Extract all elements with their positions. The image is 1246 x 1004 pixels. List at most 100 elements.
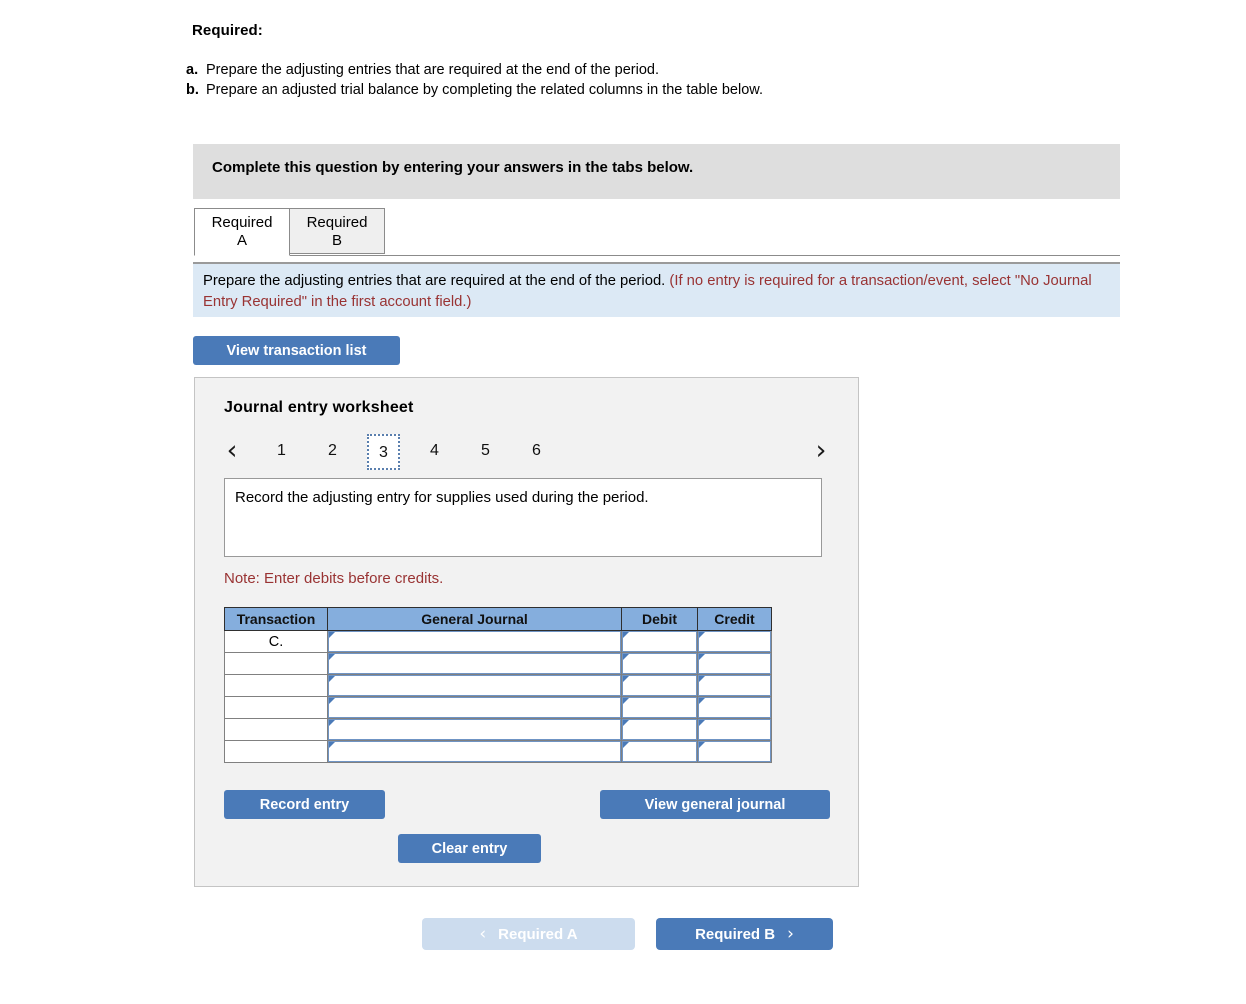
debit-input-row-3[interactable]: [622, 675, 697, 696]
tab-required-b[interactable]: Required B: [289, 208, 385, 254]
dropdown-marker-icon: [699, 676, 705, 682]
credit-cell-row-1[interactable]: [697, 630, 772, 653]
dropdown-marker-icon: [623, 632, 629, 638]
chevron-right-icon[interactable]: ›: [808, 434, 834, 470]
general-journal-cell-row-4[interactable]: [327, 696, 622, 719]
question-instruction-text: Prepare the adjusting entries that are r…: [203, 271, 1113, 313]
table-row: [224, 696, 772, 719]
debit-cell-row-4[interactable]: [621, 696, 698, 719]
credit-input-row-5[interactable]: [698, 719, 771, 740]
dropdown-marker-icon: [329, 676, 335, 682]
debit-input-row-2[interactable]: [622, 653, 697, 674]
tab-required-a[interactable]: Required A: [194, 208, 290, 256]
tab-required-b-line1: Required: [306, 214, 368, 231]
debit-cell-row-6[interactable]: [621, 740, 698, 763]
clear-entry-button[interactable]: Clear entry: [398, 834, 541, 863]
dropdown-marker-icon: [329, 698, 335, 704]
column-header-debit: Debit: [621, 607, 698, 631]
tab-bar[interactable]: Required A Required B: [194, 208, 385, 256]
debit-cell-row-5[interactable]: [621, 718, 698, 741]
transaction-label-row-3: [224, 674, 328, 697]
general-journal-cell-row-5[interactable]: [327, 718, 622, 741]
general-journal-cell-row-2[interactable]: [327, 652, 622, 675]
dropdown-marker-icon: [329, 632, 335, 638]
credit-cell-row-3[interactable]: [697, 674, 772, 697]
dropdown-marker-icon: [623, 676, 629, 682]
credit-cell-row-4[interactable]: [697, 696, 772, 719]
general-journal-input-row-3[interactable]: [328, 675, 621, 696]
table-row: [224, 740, 772, 763]
worksheet-page-5[interactable]: 5: [469, 434, 502, 470]
general-journal-input-row-5[interactable]: [328, 719, 621, 740]
dropdown-marker-icon: [329, 720, 335, 726]
chevron-left-icon: ‹: [479, 924, 487, 944]
column-header-general-journal: General Journal: [327, 607, 622, 631]
general-journal-input-row-2[interactable]: [328, 653, 621, 674]
general-journal-cell-row-1[interactable]: [327, 630, 622, 653]
required-item-a-text: Prepare the adjusting entries that are r…: [206, 62, 660, 78]
table-row: [224, 652, 772, 675]
credit-cell-row-2[interactable]: [697, 652, 772, 675]
worksheet-page-3[interactable]: 3: [367, 434, 400, 470]
debit-cell-row-1[interactable]: [621, 630, 698, 653]
credit-input-row-4[interactable]: [698, 697, 771, 718]
credit-input-row-3[interactable]: [698, 675, 771, 696]
required-item-b-text: Prepare an adjusted trial balance by com…: [206, 82, 763, 98]
journal-entry-table: Transaction General Journal Debit Credit…: [224, 607, 772, 763]
debits-before-credits-note: Note: Enter debits before credits.: [224, 570, 444, 587]
debit-input-row-6[interactable]: [622, 741, 697, 762]
general-journal-input-row-4[interactable]: [328, 697, 621, 718]
credit-input-row-6[interactable]: [698, 741, 771, 762]
worksheet-pager[interactable]: ‹ 1 2 3 4 5 6 ›: [219, 434, 834, 472]
page-title: Required:: [192, 22, 263, 39]
general-journal-cell-row-6[interactable]: [327, 740, 622, 763]
tab-bottom-divider: [194, 255, 1120, 256]
nav-required-a-button[interactable]: ‹ Required A: [422, 918, 635, 950]
transaction-label-row-5: [224, 718, 328, 741]
debit-input-row-5[interactable]: [622, 719, 697, 740]
view-transaction-list-button[interactable]: View transaction list: [193, 336, 400, 365]
view-general-journal-button[interactable]: View general journal: [600, 790, 830, 819]
dropdown-marker-icon: [699, 632, 705, 638]
nav-required-b-label: Required B: [695, 925, 776, 943]
tab-required-a-line2: A: [236, 232, 247, 249]
nav-required-b-button[interactable]: Required B ›: [656, 918, 833, 950]
dropdown-marker-icon: [699, 742, 705, 748]
dropdown-marker-icon: [623, 654, 629, 660]
journal-entry-worksheet-panel: Journal entry worksheet ‹ 1 2 3 4 5 6 › …: [194, 377, 859, 887]
required-items-list: a. Prepare the adjusting entries that ar…: [186, 60, 763, 100]
debit-input-row-1[interactable]: [622, 631, 697, 652]
debit-cell-row-3[interactable]: [621, 674, 698, 697]
dropdown-marker-icon: [623, 720, 629, 726]
instructions-banner-text: Complete this question by entering your …: [212, 159, 694, 176]
tab-required-b-line2: B: [331, 232, 342, 249]
transaction-label-row-6: [224, 740, 328, 763]
debit-cell-row-2[interactable]: [621, 652, 698, 675]
column-header-credit: Credit: [697, 607, 772, 631]
general-journal-cell-row-3[interactable]: [327, 674, 622, 697]
general-journal-input-row-1[interactable]: [328, 631, 621, 652]
table-row: [224, 718, 772, 741]
credit-cell-row-5[interactable]: [697, 718, 772, 741]
dropdown-marker-icon: [623, 742, 629, 748]
record-entry-button[interactable]: Record entry: [224, 790, 385, 819]
credit-input-row-1[interactable]: [698, 631, 771, 652]
worksheet-page-1[interactable]: 1: [265, 434, 298, 470]
worksheet-page-numbers[interactable]: 1 2 3 4 5 6: [265, 434, 571, 470]
worksheet-prompt-text: Record the adjusting entry for supplies …: [235, 489, 649, 506]
dropdown-marker-icon: [699, 654, 705, 660]
transaction-label-row-2: [224, 652, 328, 675]
worksheet-page-4[interactable]: 4: [418, 434, 451, 470]
worksheet-page-2[interactable]: 2: [316, 434, 349, 470]
worksheet-prompt-box: Record the adjusting entry for supplies …: [224, 478, 822, 557]
debit-input-row-4[interactable]: [622, 697, 697, 718]
worksheet-page-6[interactable]: 6: [520, 434, 553, 470]
credit-cell-row-6[interactable]: [697, 740, 772, 763]
transaction-label-row-1: C.: [224, 630, 328, 653]
dropdown-marker-icon: [699, 698, 705, 704]
credit-input-row-2[interactable]: [698, 653, 771, 674]
chevron-left-icon[interactable]: ‹: [219, 434, 245, 470]
tab-required-a-line1: Required: [211, 214, 273, 231]
general-journal-input-row-6[interactable]: [328, 741, 621, 762]
table-row: C.: [224, 630, 772, 653]
